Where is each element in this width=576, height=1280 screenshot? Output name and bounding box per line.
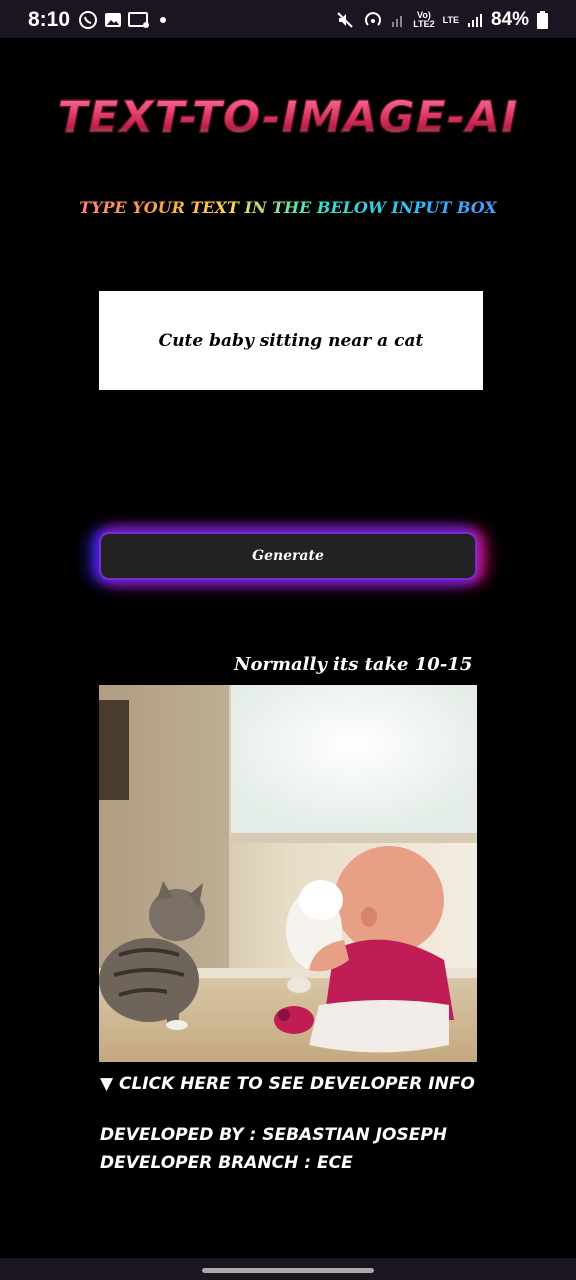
generate-button-label: Generate: [252, 548, 324, 564]
volte-indicator: Vo) LTE2: [413, 11, 434, 29]
developer-name: DEVELOPED BY : SEBASTIAN JOSEPH: [100, 1125, 448, 1145]
battery-percent: 84%: [490, 9, 529, 30]
battery-icon: [537, 11, 548, 29]
app-title: TEXT-TO-IMAGE-AI: [0, 92, 576, 144]
lte-indicator: LTE: [442, 14, 459, 25]
prompt-input[interactable]: [99, 291, 483, 390]
signal-icon: [392, 16, 403, 27]
notification-icons: [78, 10, 166, 30]
status-bar: 8:10 Vo) LTE2 LTE 84%: [0, 0, 576, 38]
instruction-text: TYPE YOUR TEXT IN THE BELOW INPUT BOX: [0, 198, 576, 217]
developer-info-toggle[interactable]: ▼ CLICK HERE TO SEE DEVELOPER INFO: [100, 1074, 480, 1094]
system-icons: Vo) LTE2 LTE 84%: [335, 9, 548, 31]
lte2-label: LTE2: [413, 19, 435, 29]
mute-icon: [337, 12, 353, 28]
status-time: 8:10: [28, 8, 71, 31]
gallery-icon: [105, 13, 121, 27]
hotspot-icon: [365, 12, 382, 26]
timing-note-marquee: Normally its take 10-15 seconds: [99, 654, 477, 680]
more-notifications-dot: [160, 17, 166, 23]
generate-button[interactable]: Generate: [99, 532, 477, 580]
developer-branch: DEVELOPER BRANCH : ECE: [100, 1153, 353, 1173]
timing-note: Normally its take 10-15 seconds: [234, 654, 477, 675]
generated-image: [99, 685, 477, 1062]
generated-image-art: [99, 685, 477, 1062]
screen-record-icon: [128, 12, 149, 28]
whatsapp-icon: [79, 11, 97, 29]
home-gesture-handle[interactable]: [202, 1268, 374, 1273]
signal-icon: [467, 14, 482, 27]
